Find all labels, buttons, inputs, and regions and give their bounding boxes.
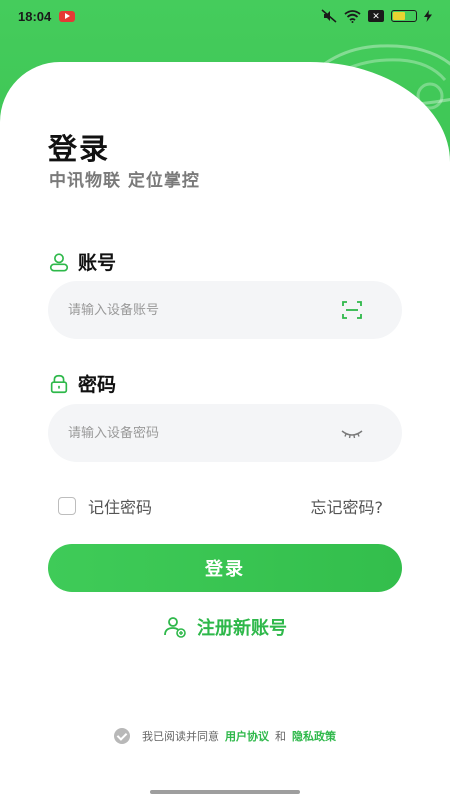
status-bar: 18:04 ✕ [0, 0, 450, 32]
agreement-prefix: 我已阅读并同意 [142, 730, 219, 743]
mute-icon [321, 9, 337, 23]
account-label-text: 账号 [78, 252, 117, 274]
no-sim-icon: ✕ [368, 10, 384, 22]
agreement-row: 我已阅读并同意 用户协议和隐私政策 [0, 728, 450, 744]
register-label: 注册新账号 [197, 618, 287, 639]
account-input-wrap [48, 281, 402, 339]
user-icon [49, 252, 69, 272]
eye-closed-icon[interactable] [340, 421, 364, 445]
youtube-notification-icon [59, 10, 76, 22]
battery-icon [391, 10, 417, 22]
wifi-icon [344, 9, 361, 23]
remember-password[interactable]: 记住密码 [58, 494, 152, 518]
password-input-wrap [48, 404, 402, 462]
lock-icon [50, 374, 68, 393]
register-link[interactable]: 注册新账号 [0, 614, 450, 640]
password-input[interactable] [68, 425, 340, 441]
account-input[interactable] [68, 302, 340, 318]
user-agreement-link[interactable]: 用户协议 [225, 728, 269, 744]
check-circle-icon[interactable] [114, 728, 130, 744]
home-indicator[interactable] [150, 790, 300, 794]
user-add-icon [164, 617, 186, 638]
login-button[interactable]: 登录 [48, 544, 402, 592]
remember-checkbox[interactable] [58, 497, 76, 515]
page-subtitle: 中讯物联 定位掌控 [49, 171, 200, 191]
scan-icon[interactable] [340, 298, 364, 322]
page-title: 登录 [48, 132, 111, 166]
password-label: 密码 [48, 370, 116, 397]
forgot-password-link[interactable]: 忘记密码? [283, 494, 384, 518]
password-label-text: 密码 [78, 374, 117, 396]
privacy-policy-link[interactable]: 隐私政策 [292, 728, 336, 744]
remember-label: 记住密码 [88, 498, 153, 517]
status-time: 18:04 [18, 8, 52, 24]
agreement-and: 和 [275, 730, 286, 743]
charging-icon [424, 10, 432, 22]
account-label: 账号 [48, 248, 116, 275]
